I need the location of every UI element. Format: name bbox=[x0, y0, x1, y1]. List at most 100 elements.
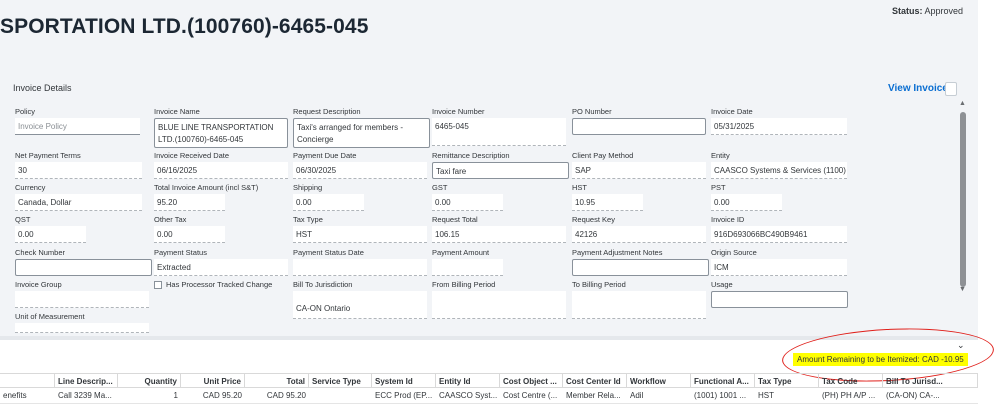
pst-input[interactable]: 0.00 bbox=[711, 194, 782, 211]
invoice-detail-page: Status: Approved SPORTATION LTD.(100760)… bbox=[0, 0, 999, 420]
unit-of-measurement-field: Unit of Measurement bbox=[15, 312, 149, 333]
check-number-input[interactable] bbox=[15, 259, 152, 276]
request-key-input[interactable]: 42126 bbox=[572, 226, 706, 243]
invoice-received-date-input[interactable]: 06/16/2025 bbox=[154, 162, 288, 179]
col-entity-id-header[interactable]: Entity Id bbox=[436, 374, 500, 387]
invoice-received-date-field: Invoice Received Date 06/16/2025 bbox=[154, 151, 288, 179]
payment-status-date-field: Payment Status Date bbox=[293, 248, 427, 276]
payment-status-label: Payment Status bbox=[154, 248, 207, 257]
invoice-name-input[interactable]: BLUE LINE TRANSPORTATION LTD.(100760)-64… bbox=[154, 118, 288, 148]
payment-status-field: Payment Status Extracted bbox=[154, 248, 288, 276]
col-system-id-header[interactable]: System Id bbox=[372, 374, 436, 387]
remittance-description-input[interactable]: Taxi fare bbox=[432, 162, 569, 179]
total-invoice-amount-label: Total Invoice Amount (incl S&T) bbox=[154, 183, 259, 192]
unit-of-measurement-input[interactable] bbox=[15, 323, 149, 333]
has-processor-tracked-change-checkbox[interactable]: Has Processor Tracked Change bbox=[154, 280, 272, 289]
scroll-down-icon[interactable]: ▼ bbox=[959, 286, 966, 293]
currency-field: Currency Canada, Dollar bbox=[15, 183, 142, 211]
invoice-number-input[interactable]: 6465-045 bbox=[432, 118, 566, 146]
payment-status-date-input[interactable] bbox=[293, 259, 427, 276]
col-bill-to-jurisdiction-header[interactable]: Bill To Jurisd... bbox=[883, 374, 978, 387]
col-account-header[interactable] bbox=[0, 374, 55, 387]
net-payment-terms-input[interactable]: 30 bbox=[15, 162, 142, 179]
client-pay-method-field: Client Pay Method SAP bbox=[572, 151, 706, 179]
invoice-date-field: Invoice Date 05/31/2025 bbox=[711, 107, 847, 135]
currency-input[interactable]: Canada, Dollar bbox=[15, 194, 142, 211]
shipping-input[interactable]: 0.00 bbox=[293, 194, 364, 211]
entity-input[interactable]: CAASCO Systems & Services (1100) bbox=[711, 162, 847, 179]
pst-label: PST bbox=[711, 183, 726, 192]
to-billing-period-label: To Billing Period bbox=[572, 280, 626, 289]
qst-input[interactable]: 0.00 bbox=[15, 226, 86, 243]
bill-to-jurisdiction-input[interactable]: CA-ON Ontario bbox=[293, 291, 427, 319]
payment-status-input[interactable]: Extracted bbox=[154, 259, 288, 276]
col-line-description-cell: Call 3239 Ma... bbox=[58, 391, 112, 400]
section-title: Invoice Details bbox=[13, 83, 72, 93]
po-number-input[interactable] bbox=[572, 118, 706, 135]
po-number-label: PO Number bbox=[572, 107, 612, 116]
from-billing-period-input[interactable] bbox=[432, 291, 566, 319]
invoice-name-label: Invoice Name bbox=[154, 107, 200, 116]
to-billing-period-field: To Billing Period bbox=[572, 280, 706, 319]
col-quantity-header[interactable]: Quantity bbox=[118, 374, 181, 387]
policy-label: Policy bbox=[15, 107, 36, 116]
remittance-description-field: Remittance Description Taxi fare bbox=[432, 151, 569, 179]
usage-label: Usage bbox=[711, 280, 733, 289]
checkbox-box[interactable] bbox=[154, 280, 162, 289]
invoice-group-input[interactable] bbox=[15, 291, 149, 308]
request-description-field: Request Description Taxi's arranged for … bbox=[293, 107, 430, 148]
request-total-field: Request Total 106.15 bbox=[432, 215, 566, 243]
table-row[interactable]: enefits Call 3239 Ma... 1 CAD 95.20 CAD 95.2… bbox=[0, 388, 978, 404]
gst-input[interactable]: 0.00 bbox=[432, 194, 503, 211]
payment-amount-field: Payment Amount bbox=[432, 248, 503, 276]
col-service-type-header[interactable]: Service Type bbox=[309, 374, 372, 387]
total-invoice-amount-input[interactable]: 95.20 bbox=[154, 194, 225, 211]
total-invoice-amount-field: Total Invoice Amount (incl S&T) 95.20 bbox=[154, 183, 259, 211]
origin-source-label: Origin Source bbox=[711, 248, 757, 257]
col-entity-id-cell: CAASCO Syst... bbox=[439, 391, 498, 400]
remittance-description-label: Remittance Description bbox=[432, 151, 510, 160]
invoice-id-input[interactable]: 916D693066BC490B9461 bbox=[711, 226, 847, 243]
hst-input[interactable]: 10.95 bbox=[572, 194, 643, 211]
request-total-input[interactable]: 106.15 bbox=[432, 226, 566, 243]
col-cost-object-header[interactable]: Cost Object ... bbox=[500, 374, 563, 387]
col-cost-center-id-header[interactable]: Cost Center Id bbox=[563, 374, 627, 387]
payment-due-date-input[interactable]: 06/30/2025 bbox=[293, 162, 427, 179]
status-value: Approved bbox=[924, 6, 963, 16]
to-billing-period-input[interactable] bbox=[572, 291, 706, 319]
col-functional-area-header[interactable]: Functional A... bbox=[691, 374, 755, 387]
col-line-description-header[interactable]: Line Descrip... bbox=[55, 374, 118, 387]
has-processor-tracked-change-label: Has Processor Tracked Change bbox=[166, 280, 273, 289]
request-description-input[interactable]: Taxi's arranged for members - Concierge bbox=[293, 118, 430, 148]
col-tax-type-cell: HST bbox=[758, 391, 774, 400]
payment-adjustment-notes-input[interactable] bbox=[572, 259, 709, 276]
col-workflow-header[interactable]: Workflow bbox=[627, 374, 691, 387]
policy-select[interactable]: Invoice Policy ⌵ bbox=[15, 118, 140, 135]
other-tax-input[interactable]: 0.00 bbox=[154, 226, 225, 243]
origin-source-input[interactable]: ICM bbox=[711, 259, 847, 276]
invoice-date-input[interactable]: 05/31/2025 bbox=[711, 118, 847, 135]
col-unit-price-header[interactable]: Unit Price bbox=[181, 374, 245, 387]
client-pay-method-input[interactable]: SAP bbox=[572, 162, 706, 179]
view-invoice-link[interactable]: View Invoice bbox=[888, 83, 948, 94]
net-payment-terms-field: Net Payment Terms 30 bbox=[15, 151, 142, 179]
scrollbar-thumb[interactable] bbox=[960, 112, 966, 287]
shipping-field: Shipping 0.00 bbox=[293, 183, 364, 211]
client-pay-method-label: Client Pay Method bbox=[572, 151, 634, 160]
tax-type-input[interactable]: HST bbox=[293, 226, 427, 243]
invoice-id-label: Invoice ID bbox=[711, 215, 745, 224]
col-tax-type-header[interactable]: Tax Type bbox=[755, 374, 819, 387]
line-items-table: Line Descrip... Quantity Unit Price Total Se… bbox=[0, 373, 978, 404]
document-icon[interactable] bbox=[945, 82, 957, 96]
scroll-up-icon[interactable]: ▲ bbox=[959, 100, 966, 107]
vertical-scrollbar[interactable]: ▲ ▼ bbox=[957, 100, 969, 295]
payment-amount-input[interactable] bbox=[432, 259, 503, 276]
invoice-number-field: Invoice Number 6465-045 bbox=[432, 107, 566, 146]
gst-field: GST 0.00 bbox=[432, 183, 503, 211]
usage-input[interactable] bbox=[711, 291, 848, 308]
col-cost-center-id-cell: Member Rela... bbox=[566, 391, 621, 400]
col-total-header[interactable]: Total bbox=[245, 374, 309, 387]
col-tax-code-header[interactable]: Tax Code bbox=[819, 374, 883, 387]
amount-remaining-banner: Amount Remaining to be Itemized: CAD -10… bbox=[793, 353, 968, 366]
from-billing-period-label: From Billing Period bbox=[432, 280, 496, 289]
